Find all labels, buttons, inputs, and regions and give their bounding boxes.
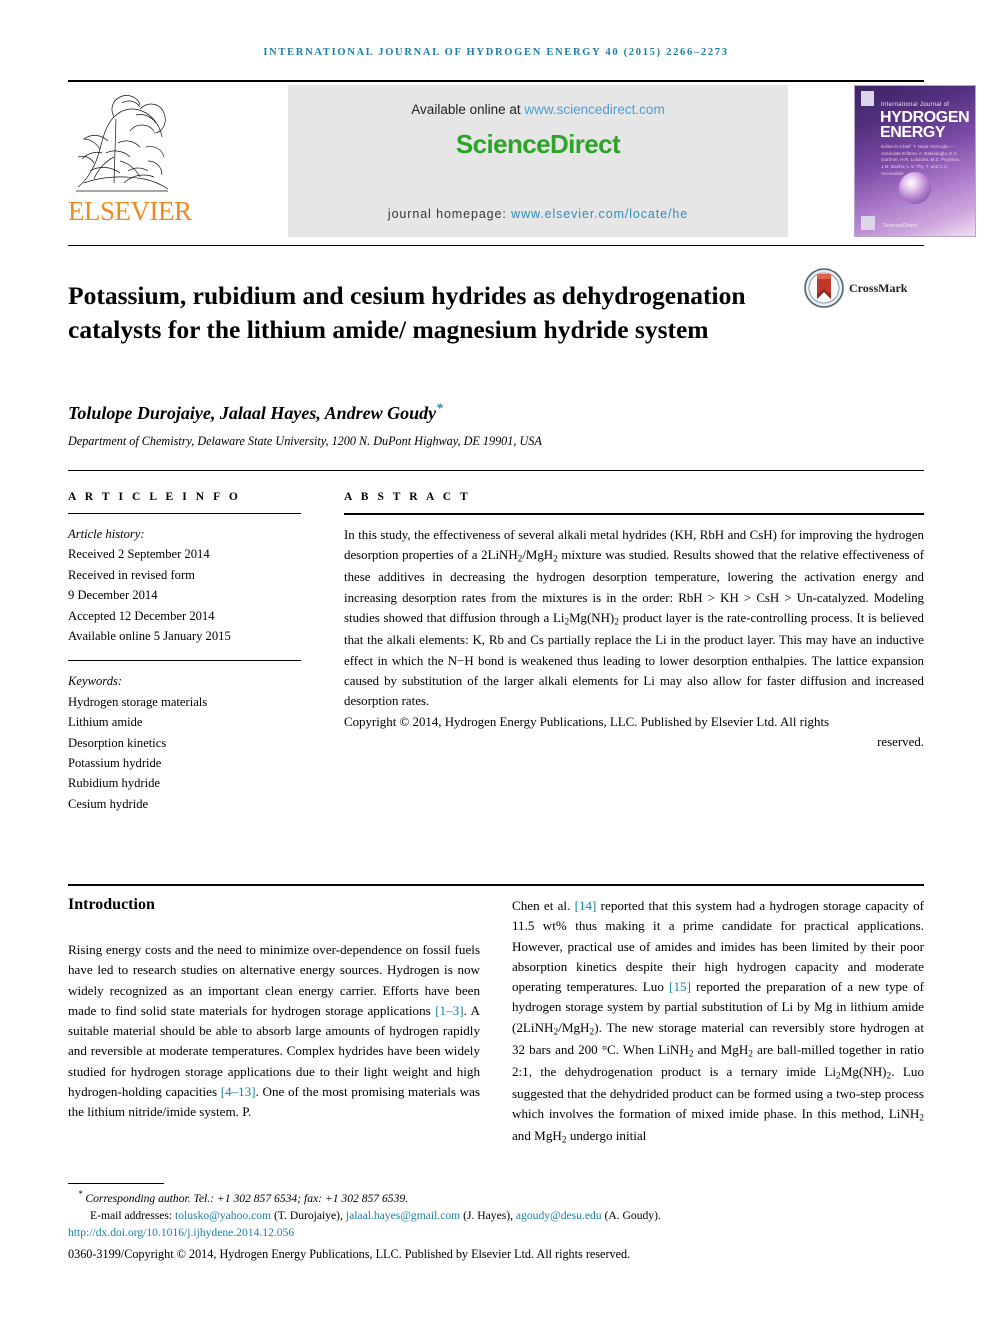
keyword-item: Lithium amide [68, 715, 143, 730]
cover-elsevier-mark-icon [861, 91, 874, 106]
journal-cover-image: International Journal of HYDROGEN ENERGY… [854, 85, 976, 237]
history-item: Received in revised form [68, 567, 195, 582]
email-link-goudy[interactable]: agoudy@desu.edu [516, 1209, 602, 1222]
body-rule [68, 884, 924, 886]
issn-copyright-line: 0360-3199/Copyright © 2014, Hydrogen Ene… [68, 1247, 631, 1262]
email-link-hayes[interactable]: jalaal.hayes@gmail.com [346, 1209, 460, 1222]
abstract-copyright: Copyright © 2014, Hydrogen Energy Public… [344, 712, 924, 753]
cover-ihea-mark-icon [861, 216, 875, 230]
article-info-column: A R T I C L E I N F O Article history: R… [68, 491, 301, 814]
crossmark-badge[interactable]: CrossMark [804, 268, 908, 312]
footnote-rule [68, 1183, 164, 1184]
email-owner-durojaiye: (T. Durojaiye), [273, 1208, 343, 1222]
keyword-item: Potassium hydride [68, 755, 162, 770]
elsevier-wordmark: ELSEVIER [68, 196, 192, 226]
history-item: Available online 5 January 2015 [68, 628, 231, 643]
sciencedirect-logo[interactable]: ScienceDirect [288, 129, 788, 160]
masthead-rule [68, 245, 924, 246]
abstract-heading: A B S T R A C T [344, 491, 471, 503]
abstract-copyright-tail: reserved. [877, 735, 924, 750]
abstract-divider [344, 513, 924, 515]
email-owner-goudy: (A. Goudy). [604, 1208, 661, 1222]
page-footer: * Corresponding author. Tel.: +1 302 857… [68, 1188, 924, 1264]
available-online-prefix: Available online at [411, 102, 525, 117]
corresponding-author-text: Corresponding author. Tel.: +1 302 857 6… [85, 1191, 409, 1205]
top-rule [68, 80, 924, 82]
abstract-copyright-text: Copyright © 2014, Hydrogen Energy Public… [344, 714, 830, 729]
history-item: 9 December 2014 [68, 588, 158, 603]
abstract-body: In this study, the effectiveness of seve… [344, 528, 924, 709]
corresponding-author-marker: * [436, 400, 443, 415]
cover-editors: Editor-in-Chief: T. Nejat Veziroglu — As… [881, 144, 960, 176]
article-history: Article history: Received 2 September 20… [68, 524, 301, 646]
cover-sciencedirect-mark: ScienceDirect [883, 223, 917, 229]
introduction-paragraph-right: Chen et al. [14] reported that this syst… [512, 898, 924, 1146]
sciencedirect-banner: Available online at www.sciencedirect.co… [288, 85, 788, 237]
crossmark-icon [804, 268, 844, 308]
crossmark-label: CrossMark [849, 281, 908, 295]
keyword-item: Cesium hydride [68, 796, 149, 811]
author-list: Tolulope Durojaiye, Jalaal Hayes, Andrew… [68, 400, 443, 424]
corresponding-author-note: * Corresponding author. Tel.: +1 302 857… [68, 1188, 924, 1208]
cover-orb-graphic [899, 172, 931, 204]
author-names: Tolulope Durojaiye, Jalaal Hayes, Andrew… [68, 403, 437, 423]
elsevier-tree-icon [70, 87, 174, 195]
journal-homepage-line: journal homepage: www.elsevier.com/locat… [288, 207, 788, 221]
cover-title-line2: ENERGY [880, 124, 946, 141]
email-owner-hayes: (J. Hayes), [463, 1208, 513, 1222]
body-left-column: Introduction Rising energy costs and the… [68, 896, 480, 1123]
footnote-star-marker: * [78, 1189, 83, 1199]
article-history-label: Article history: [68, 527, 145, 541]
history-item: Received 2 September 2014 [68, 547, 210, 562]
introduction-paragraph-left: Rising energy costs and the need to mini… [68, 942, 480, 1120]
elsevier-logo: ELSEVIER [68, 85, 192, 240]
affiliation: Department of Chemistry, Delaware State … [68, 434, 542, 448]
email-addresses-label: E-mail addresses: [90, 1208, 173, 1222]
keyword-item: Rubidium hydride [68, 776, 160, 791]
masthead: ELSEVIER Available online at www.science… [68, 85, 976, 240]
email-addresses-line: E-mail addresses: tolusko@yahoo.com (T. … [68, 1208, 924, 1225]
page-title: Potassium, rubidium and cesium hydrides … [68, 281, 746, 344]
body-right-column: Chen et al. [14] reported that this syst… [512, 896, 924, 1148]
keywords-divider [68, 660, 301, 662]
introduction-heading: Introduction [68, 896, 155, 913]
keyword-item: Hydrogen storage materials [68, 694, 208, 709]
journal-homepage-link[interactable]: www.elsevier.com/locate/he [511, 207, 688, 221]
abstract-column: A B S T R A C T In this study, the effec… [344, 491, 924, 752]
article-info-heading: A R T I C L E I N F O [68, 491, 241, 503]
cover-subtitle: International Journal of [881, 102, 950, 108]
doi-link[interactable]: http://dx.doi.org/10.1016/j.ijhydene.201… [68, 1225, 924, 1242]
running-head: International Journal of Hydrogen Energy… [263, 47, 729, 58]
email-link-durojaiye[interactable]: tolusko@yahoo.com [175, 1209, 271, 1222]
keywords-label: Keywords: [68, 674, 123, 689]
available-online-line: Available online at www.sciencedirect.co… [288, 102, 788, 117]
sciencedirect-link[interactable]: www.sciencedirect.com [524, 102, 664, 117]
info-rule [68, 470, 924, 471]
history-item: Accepted 12 December 2014 [68, 608, 215, 623]
keywords-list: Hydrogen storage materials Lithium amide… [68, 692, 301, 814]
keyword-item: Desorption kinetics [68, 735, 167, 750]
journal-article-page: International Journal of Hydrogen Energy… [0, 0, 992, 1323]
sciencedirect-logo-text: ScienceDirect [455, 129, 621, 159]
article-info-divider [68, 513, 301, 514]
journal-homepage-label: journal homepage: [387, 207, 512, 221]
